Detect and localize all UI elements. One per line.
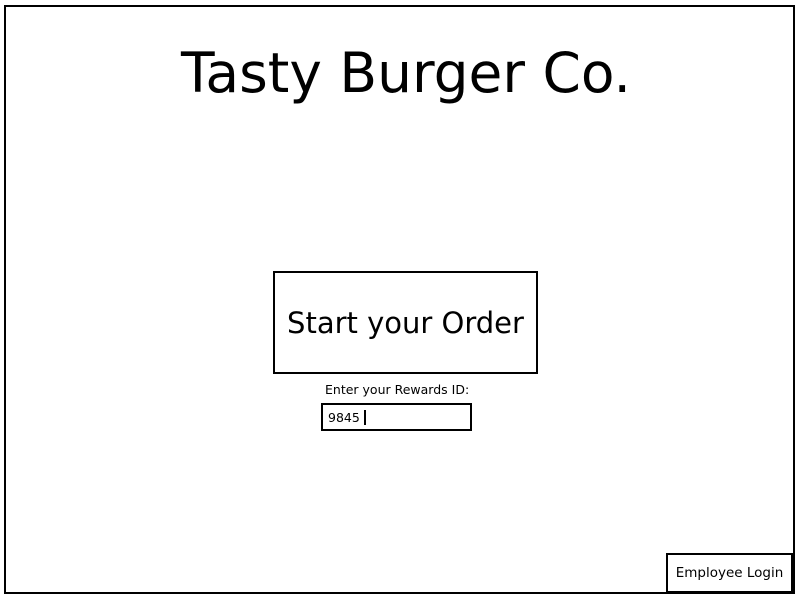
page-title: Tasty Burger Co. xyxy=(180,41,632,105)
employee-login-button[interactable]: Employee Login xyxy=(666,553,793,593)
text-cursor xyxy=(363,409,366,425)
start-order-button[interactable]: Start your Order xyxy=(273,271,538,374)
rewards-id-value: 9845 xyxy=(328,409,360,425)
rewards-id-input[interactable]: 9845 xyxy=(321,403,472,431)
rewards-id-label: Enter your Rewards ID: xyxy=(325,382,470,397)
